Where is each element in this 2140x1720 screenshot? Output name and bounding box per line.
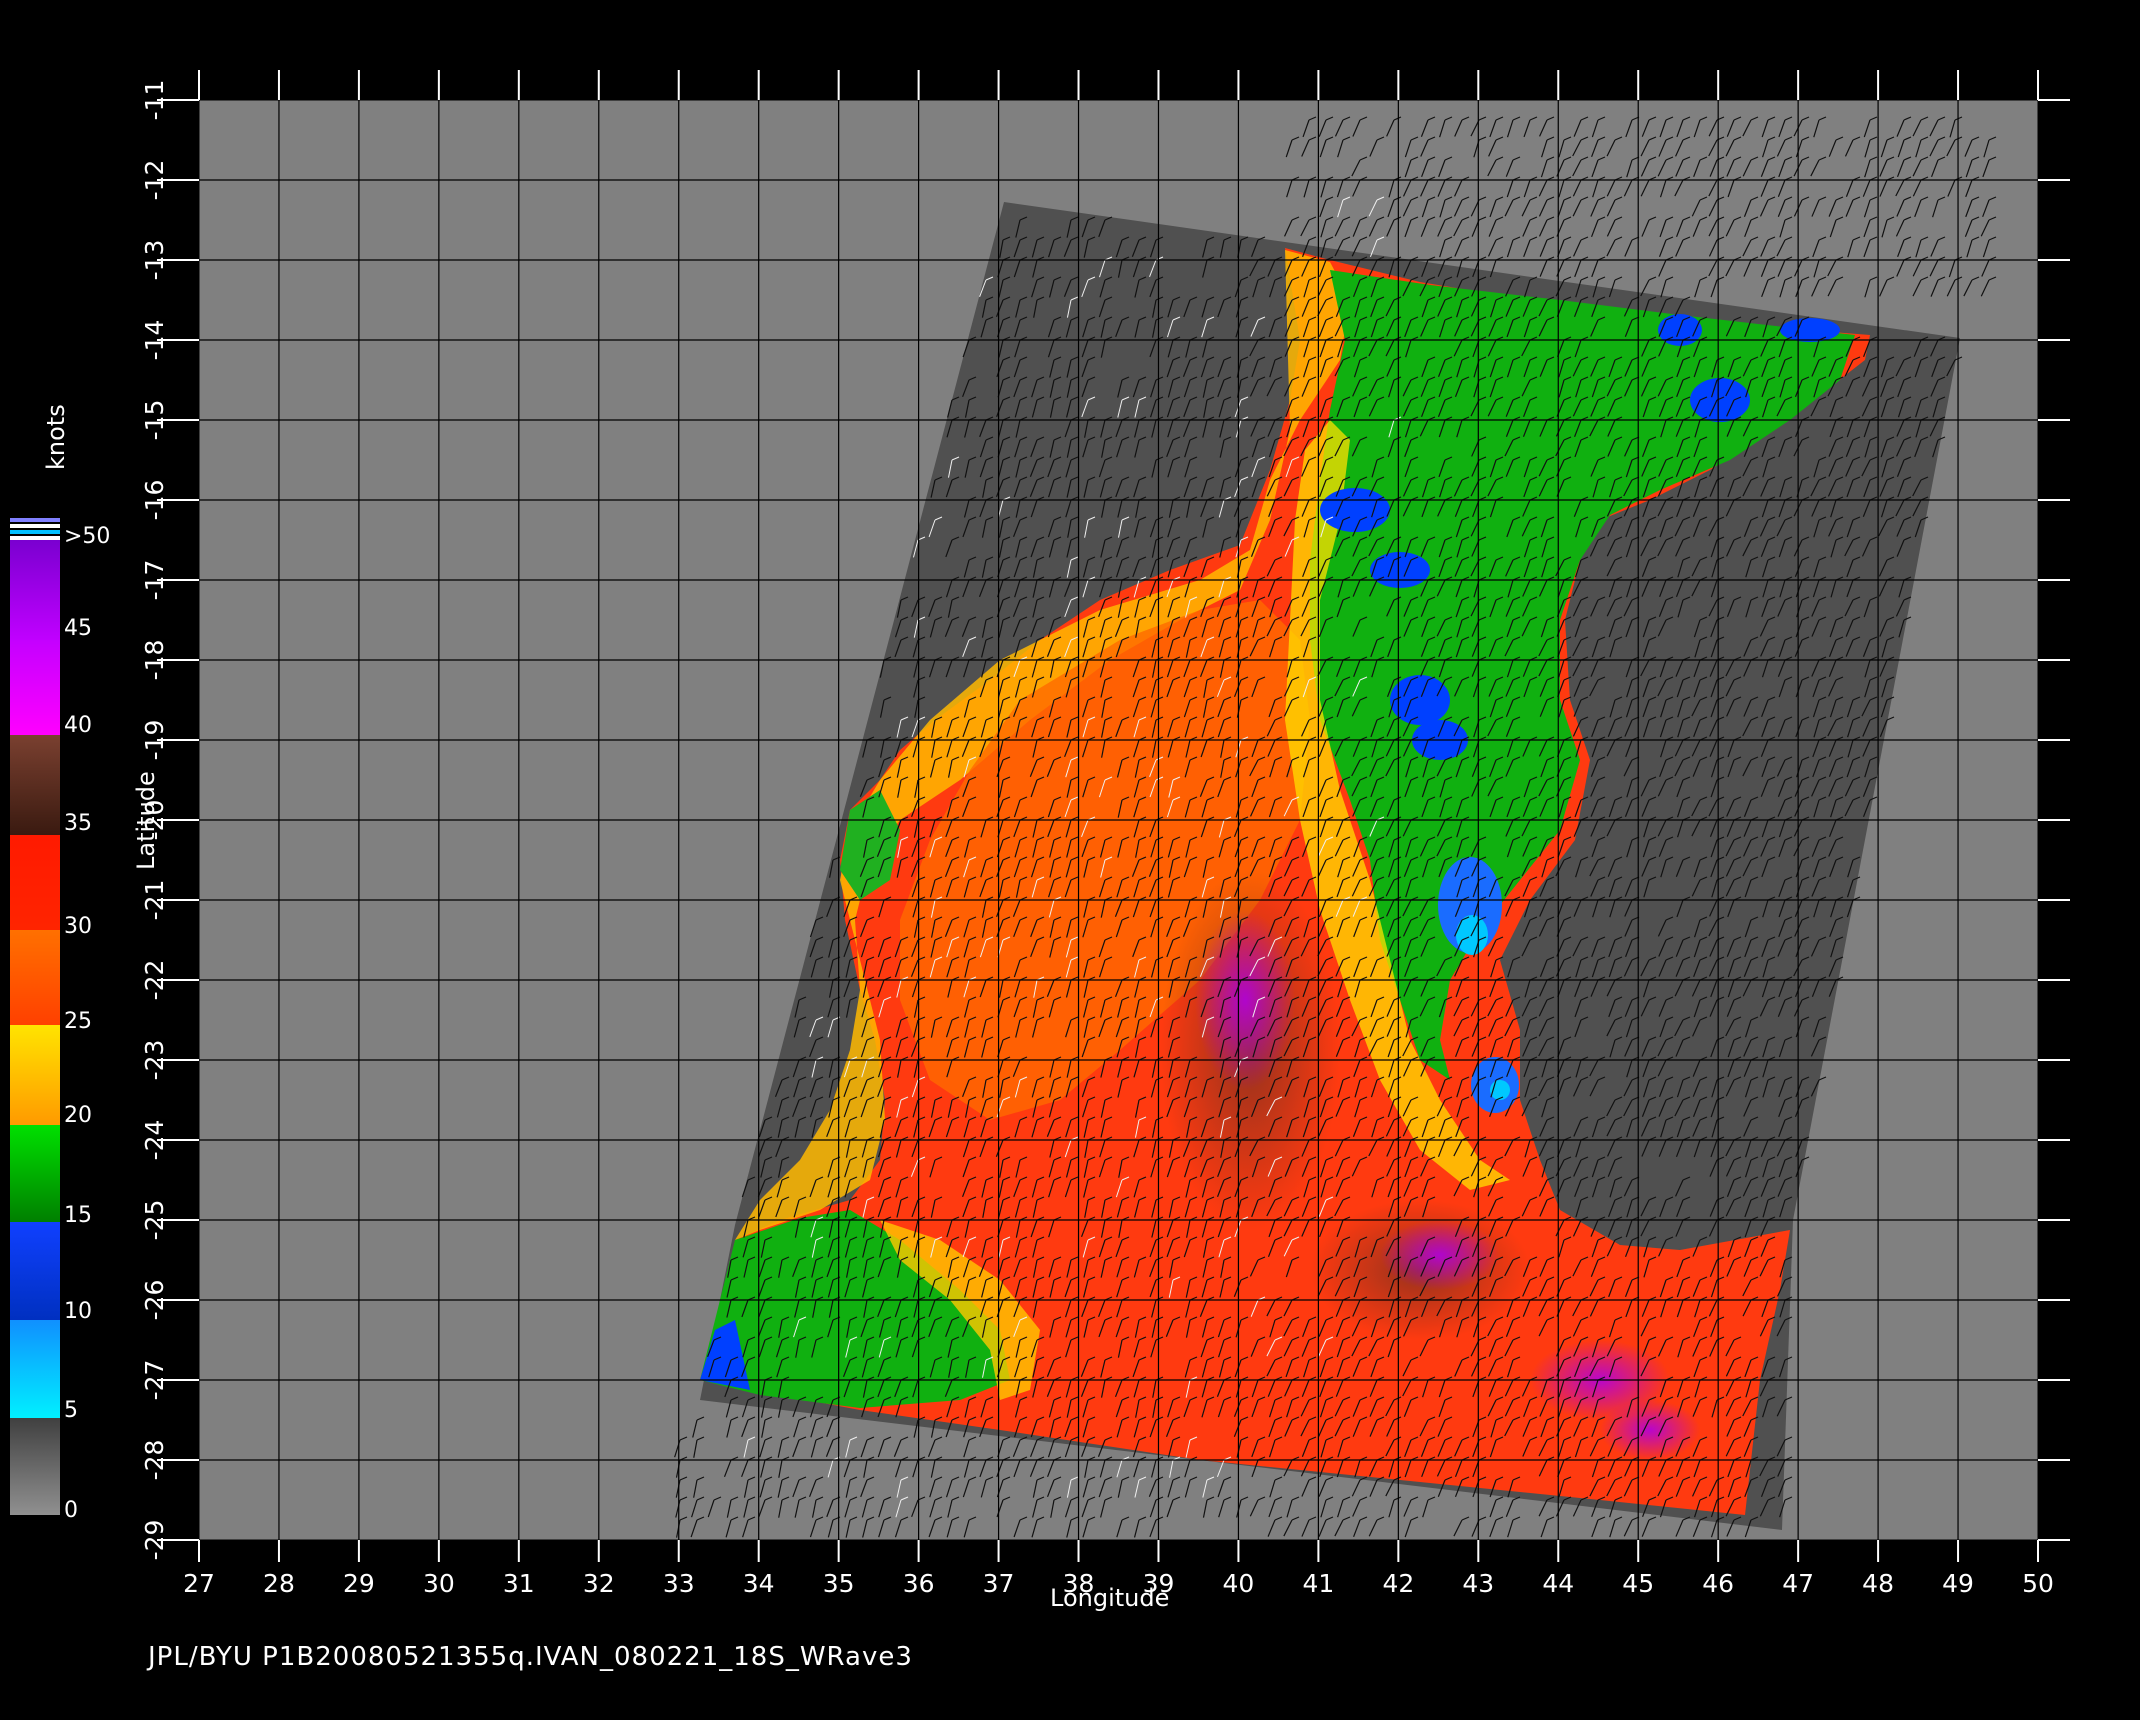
wind-core-purple-1 [1195,910,1295,1090]
wind-core-purple-4 [1600,1400,1700,1460]
wind-map-plot: 27 28 29 30 31 32 33 34 35 36 37 38 39 40 41 42 43 44 45 46… [10,70,2070,1598]
